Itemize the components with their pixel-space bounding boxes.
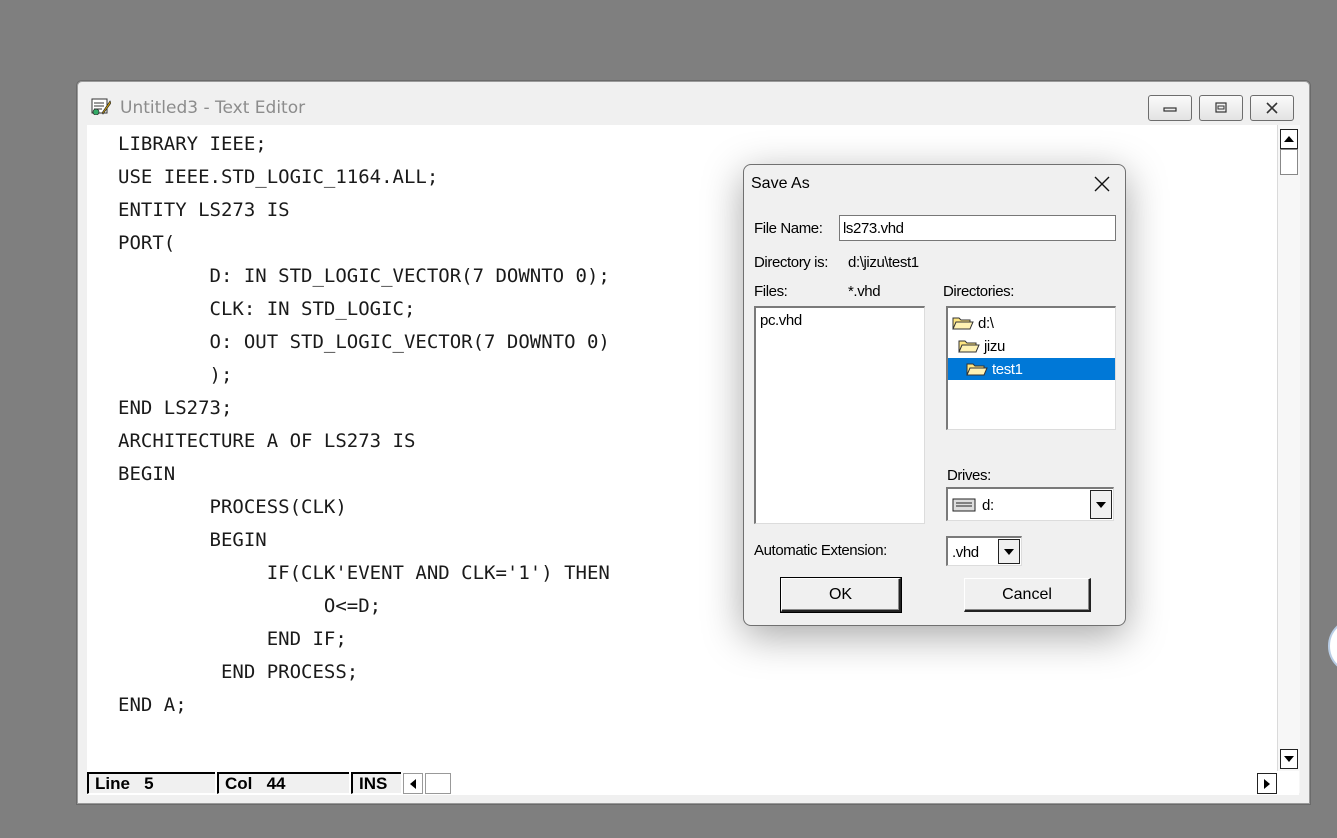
code-text[interactable]: LIBRARY IEEE; USE IEEE.STD_LOGIC_1164.ALL… (118, 128, 610, 722)
dialog-close-button[interactable] (1089, 171, 1115, 197)
close-window-button[interactable] (1250, 95, 1294, 121)
col-value: 44 (266, 774, 286, 793)
file-name-input[interactable] (839, 215, 1116, 241)
code-line: ); (118, 364, 233, 386)
directory-label: Directory is: (754, 254, 828, 271)
status-mode: INS (351, 772, 401, 794)
code-line: ARCHITECTURE A OF LS273 IS (118, 430, 416, 452)
chevron-down-icon (1096, 501, 1106, 508)
dir-item-label: d:\ (978, 314, 994, 332)
code-line: LIBRARY IEEE; (118, 133, 267, 155)
floating-side-button[interactable] (1328, 618, 1337, 674)
files-listbox[interactable]: pc.vhd (754, 306, 925, 524)
files-filter: *.vhd (848, 283, 881, 300)
title-bar[interactable]: Untitled3 - Text Editor (77, 81, 1310, 125)
ok-button[interactable]: OK (780, 577, 902, 613)
status-col: Col 44 (217, 772, 349, 794)
mode-indicator: INS (359, 774, 388, 793)
chevron-down-icon (1004, 548, 1014, 555)
open-folder-icon (966, 363, 988, 376)
scroll-right-button[interactable] (1257, 773, 1277, 794)
open-folder-icon (952, 317, 974, 330)
code-line: ENTITY LS273 IS (118, 199, 290, 221)
code-line: IF(CLK'EVENT AND CLK='1') THEN (118, 562, 610, 584)
code-line: O<=D; (118, 595, 382, 617)
close-icon (1266, 102, 1278, 114)
file-item[interactable]: pc.vhd (760, 312, 802, 329)
window-title: Untitled3 - Text Editor (120, 98, 306, 118)
dir-item-jizu[interactable]: jizu (958, 335, 1005, 357)
cancel-button[interactable]: Cancel (964, 578, 1091, 612)
minimize-icon (1163, 107, 1177, 112)
open-folder-icon (958, 340, 980, 353)
drives-dropdown-button[interactable] (1090, 490, 1112, 519)
code-line: CLK: IN STD_LOGIC; (118, 298, 416, 320)
code-line: END IF; (118, 628, 347, 650)
drive-value: d: (982, 497, 994, 514)
code-line: BEGIN (118, 463, 176, 485)
save-as-dialog: Save As File Name: Directory is: d:\jizu… (743, 164, 1126, 626)
dir-item-root[interactable]: d:\ (952, 312, 994, 334)
dir-item-label: jizu (984, 337, 1005, 355)
arrow-right-icon (1264, 778, 1270, 789)
files-label: Files: (754, 283, 788, 300)
code-line: END PROCESS; (118, 661, 359, 683)
directory-value: d:\jizu\test1 (848, 254, 919, 271)
maximize-icon (1215, 102, 1227, 113)
auto-extension-label: Automatic Extension: (754, 542, 887, 559)
minimize-button[interactable] (1148, 95, 1192, 121)
dir-item-label: test1 (992, 360, 1023, 378)
horizontal-scroll-thumb[interactable] (425, 773, 451, 794)
arrow-up-icon (1284, 136, 1294, 142)
auto-extension-value: .vhd (952, 544, 979, 561)
vertical-scrollbar[interactable] (1277, 125, 1300, 793)
vertical-scroll-thumb[interactable] (1280, 149, 1298, 175)
editor-app-icon (91, 98, 111, 115)
line-value: 5 (144, 774, 154, 793)
drives-label: Drives: (947, 467, 991, 484)
code-line: PORT( (118, 232, 176, 254)
code-line: PROCESS(CLK) (118, 496, 347, 518)
close-icon (1094, 176, 1110, 192)
col-label: Col (225, 774, 253, 793)
code-line: END LS273; (118, 397, 233, 419)
auto-extension-dropdown-button[interactable] (998, 539, 1020, 564)
drives-dropdown[interactable]: d: (946, 487, 1114, 521)
scroll-down-button[interactable] (1280, 749, 1298, 769)
maximize-button[interactable] (1199, 95, 1243, 121)
dir-item-test1[interactable]: test1 (948, 358, 1115, 380)
code-line: D: IN STD_LOGIC_VECTOR(7 DOWNTO 0); (118, 265, 610, 287)
code-line: BEGIN (118, 529, 267, 551)
file-name-label: File Name: (754, 220, 823, 237)
status-line: Line 5 (87, 772, 215, 794)
status-bar: Line 5 Col 44 INS (87, 771, 1299, 795)
dialog-title: Save As (751, 175, 810, 192)
code-line: O: OUT STD_LOGIC_VECTOR(7 DOWNTO 0) (118, 331, 610, 353)
directories-label: Directories: (943, 283, 1015, 300)
line-label: Line (95, 774, 130, 793)
arrow-left-icon (410, 778, 416, 789)
scroll-up-button[interactable] (1280, 129, 1298, 149)
code-line: USE IEEE.STD_LOGIC_1164.ALL; (118, 166, 439, 188)
auto-extension-dropdown[interactable]: .vhd (946, 536, 1022, 566)
scroll-left-button[interactable] (403, 773, 423, 794)
code-line: END A; (118, 694, 187, 716)
directories-listbox[interactable]: d:\ jizu test1 (946, 306, 1116, 430)
drive-icon (952, 498, 976, 512)
arrow-down-icon (1284, 756, 1294, 762)
